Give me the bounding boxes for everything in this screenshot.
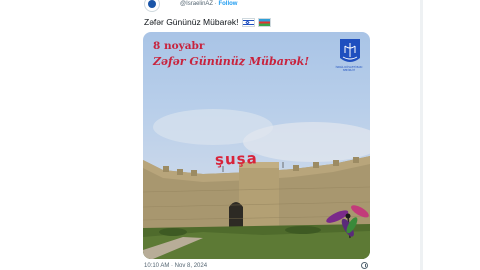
- author-handle[interactable]: @IsraelinAZ: [180, 1, 213, 7]
- tweet-author-line: @IsraelinAZ · Follow: [180, 1, 237, 7]
- separator-dot: ·: [214, 1, 217, 7]
- tweet-media-image[interactable]: şuşa 8 noyabr Zəfər Gününüz Mübarək! İSR…: [143, 32, 370, 259]
- info-icon[interactable]: [361, 262, 368, 269]
- israel-flag-icon: [241, 17, 255, 27]
- emblem-caption: İSRAİL DÖVLƏTİ BAKI SƏFİRLİYİ: [335, 66, 363, 72]
- israel-emblem-icon: [340, 39, 360, 62]
- tweet-text-content: Zəfər Gününüz Mübarək!: [144, 17, 239, 27]
- follow-button[interactable]: Follow: [218, 1, 237, 7]
- scrollbar[interactable]: [420, 0, 423, 270]
- media-title-date: 8 noyabr: [153, 40, 205, 52]
- tweet-text: Zəfər Gününüz Mübarək!: [144, 17, 271, 27]
- tweet-card: @IsraelinAZ · Follow Zəfər Gününüz Mübar…: [118, 0, 378, 270]
- azerbaijan-flag-icon: [257, 17, 271, 27]
- media-title-greeting: Zəfər Gününüz Mübarək!: [153, 55, 310, 68]
- account-logo-icon: [148, 0, 156, 8]
- account-avatar[interactable]: [144, 0, 160, 12]
- susa-sign: şuşa: [214, 149, 258, 169]
- tweet-timestamp[interactable]: 10:10 AM · Nov 8, 2024: [144, 263, 207, 269]
